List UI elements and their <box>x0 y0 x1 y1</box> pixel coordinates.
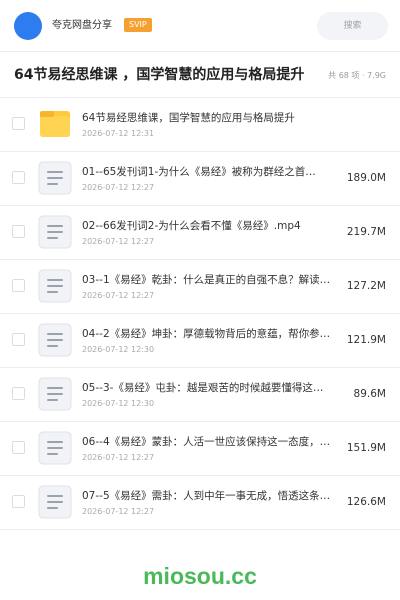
file-date: 2026-07-12 12:27 <box>82 291 155 300</box>
file-size: 219.7M <box>346 226 386 238</box>
footer: miosou.cc <box>0 548 400 600</box>
file-list: 64节易经思维课，国学智慧的应用与格局提升 2026-07-12 12:31 01-… <box>0 98 400 530</box>
svip-badge: SVIP <box>124 18 152 32</box>
row-checkbox[interactable] <box>12 279 25 292</box>
file-size: 189.0M <box>346 172 386 184</box>
file-size: 126.6M <box>346 496 386 508</box>
site-name: 夸克网盘分享 <box>52 20 112 31</box>
file-date: 2026-07-12 12:27 <box>82 507 155 516</box>
file-date: 2026-07-12 12:27 <box>82 183 155 192</box>
file-row[interactable]: 64节易经思维课，国学智慧的应用与格局提升 2026-07-12 12:31 <box>0 98 400 152</box>
file-name[interactable]: 05--3-《易经》屯卦：越是艰苦的时候越要懂得这… <box>82 382 340 395</box>
file-name[interactable]: 06--4《易经》蒙卦：人活一世应该保持这一态度，… <box>82 436 340 449</box>
file-date: 2026-07-12 12:27 <box>82 453 155 462</box>
document-icon <box>38 485 72 519</box>
folder-meta: 共 68 项 · 7.9G <box>328 71 386 80</box>
file-row[interactable]: 04--2《易经》坤卦：厚德载物背后的意蕴，帮你参… 2026-07-12 12:… <box>0 314 400 368</box>
file-row[interactable]: 05--3-《易经》屯卦：越是艰苦的时候越要懂得这… 2026-07-12 12:… <box>0 368 400 422</box>
file-row[interactable]: 02--66发刊词2-为什么会看不懂《易经》.mp4 2026-07-12 12:… <box>0 206 400 260</box>
document-icon <box>38 161 72 195</box>
folder-icon <box>38 107 72 141</box>
file-date: 2026-07-12 12:30 <box>82 399 155 408</box>
watermark: miosou.cc <box>143 563 257 589</box>
file-name[interactable]: 02--66发刊词2-为什么会看不懂《易经》.mp4 <box>82 220 340 233</box>
row-checkbox[interactable] <box>12 387 25 400</box>
file-name[interactable]: 64节易经思维课，国学智慧的应用与格局提升 <box>82 112 340 125</box>
row-checkbox[interactable] <box>12 117 25 130</box>
file-row[interactable]: 01--65发刊词1-为什么《易经》被称为群经之首… 2026-07-12 12:… <box>0 152 400 206</box>
page-title: 64节易经思维课 ，国学智慧的应用与格局提升 <box>14 67 305 83</box>
file-date: 2026-07-12 12:27 <box>82 237 155 246</box>
document-icon <box>38 323 72 357</box>
document-icon <box>38 215 72 249</box>
file-size: 89.6M <box>353 388 386 400</box>
file-name[interactable]: 03--1《易经》乾卦：什么是真正的自强不息？解读… <box>82 274 340 287</box>
search-button[interactable]: 搜索 <box>317 12 388 40</box>
file-name[interactable]: 07--5《易经》需卦：人到中年一事无成，悟透这条… <box>82 490 340 503</box>
row-checkbox[interactable] <box>12 441 25 454</box>
file-name[interactable]: 04--2《易经》坤卦：厚德载物背后的意蕴，帮你参… <box>82 328 340 341</box>
avatar[interactable] <box>14 12 42 40</box>
file-row[interactable]: 06--4《易经》蒙卦：人活一世应该保持这一态度，… 2026-07-12 12:… <box>0 422 400 476</box>
row-checkbox[interactable] <box>12 495 25 508</box>
row-checkbox[interactable] <box>12 225 25 238</box>
file-size: 127.2M <box>346 280 386 292</box>
file-size: 121.9M <box>346 334 386 346</box>
file-date: 2026-07-12 12:30 <box>82 345 155 354</box>
row-checkbox[interactable] <box>12 171 25 184</box>
row-checkbox[interactable] <box>12 333 25 346</box>
top-header: 夸克网盘分享 SVIP 搜索 <box>0 0 400 52</box>
file-name[interactable]: 01--65发刊词1-为什么《易经》被称为群经之首… <box>82 166 340 179</box>
file-date: 2026-07-12 12:31 <box>82 129 155 138</box>
file-row[interactable]: 07--5《易经》需卦：人到中年一事无成，悟透这条… 2026-07-12 12:… <box>0 476 400 530</box>
document-icon <box>38 377 72 411</box>
file-size: 151.9M <box>346 442 386 454</box>
file-row[interactable]: 03--1《易经》乾卦：什么是真正的自强不息？解读… 2026-07-12 12:… <box>0 260 400 314</box>
folder-title-bar: 64节易经思维课 ，国学智慧的应用与格局提升 共 68 项 · 7.9G <box>0 52 400 98</box>
document-icon <box>38 431 72 465</box>
document-icon <box>38 269 72 303</box>
